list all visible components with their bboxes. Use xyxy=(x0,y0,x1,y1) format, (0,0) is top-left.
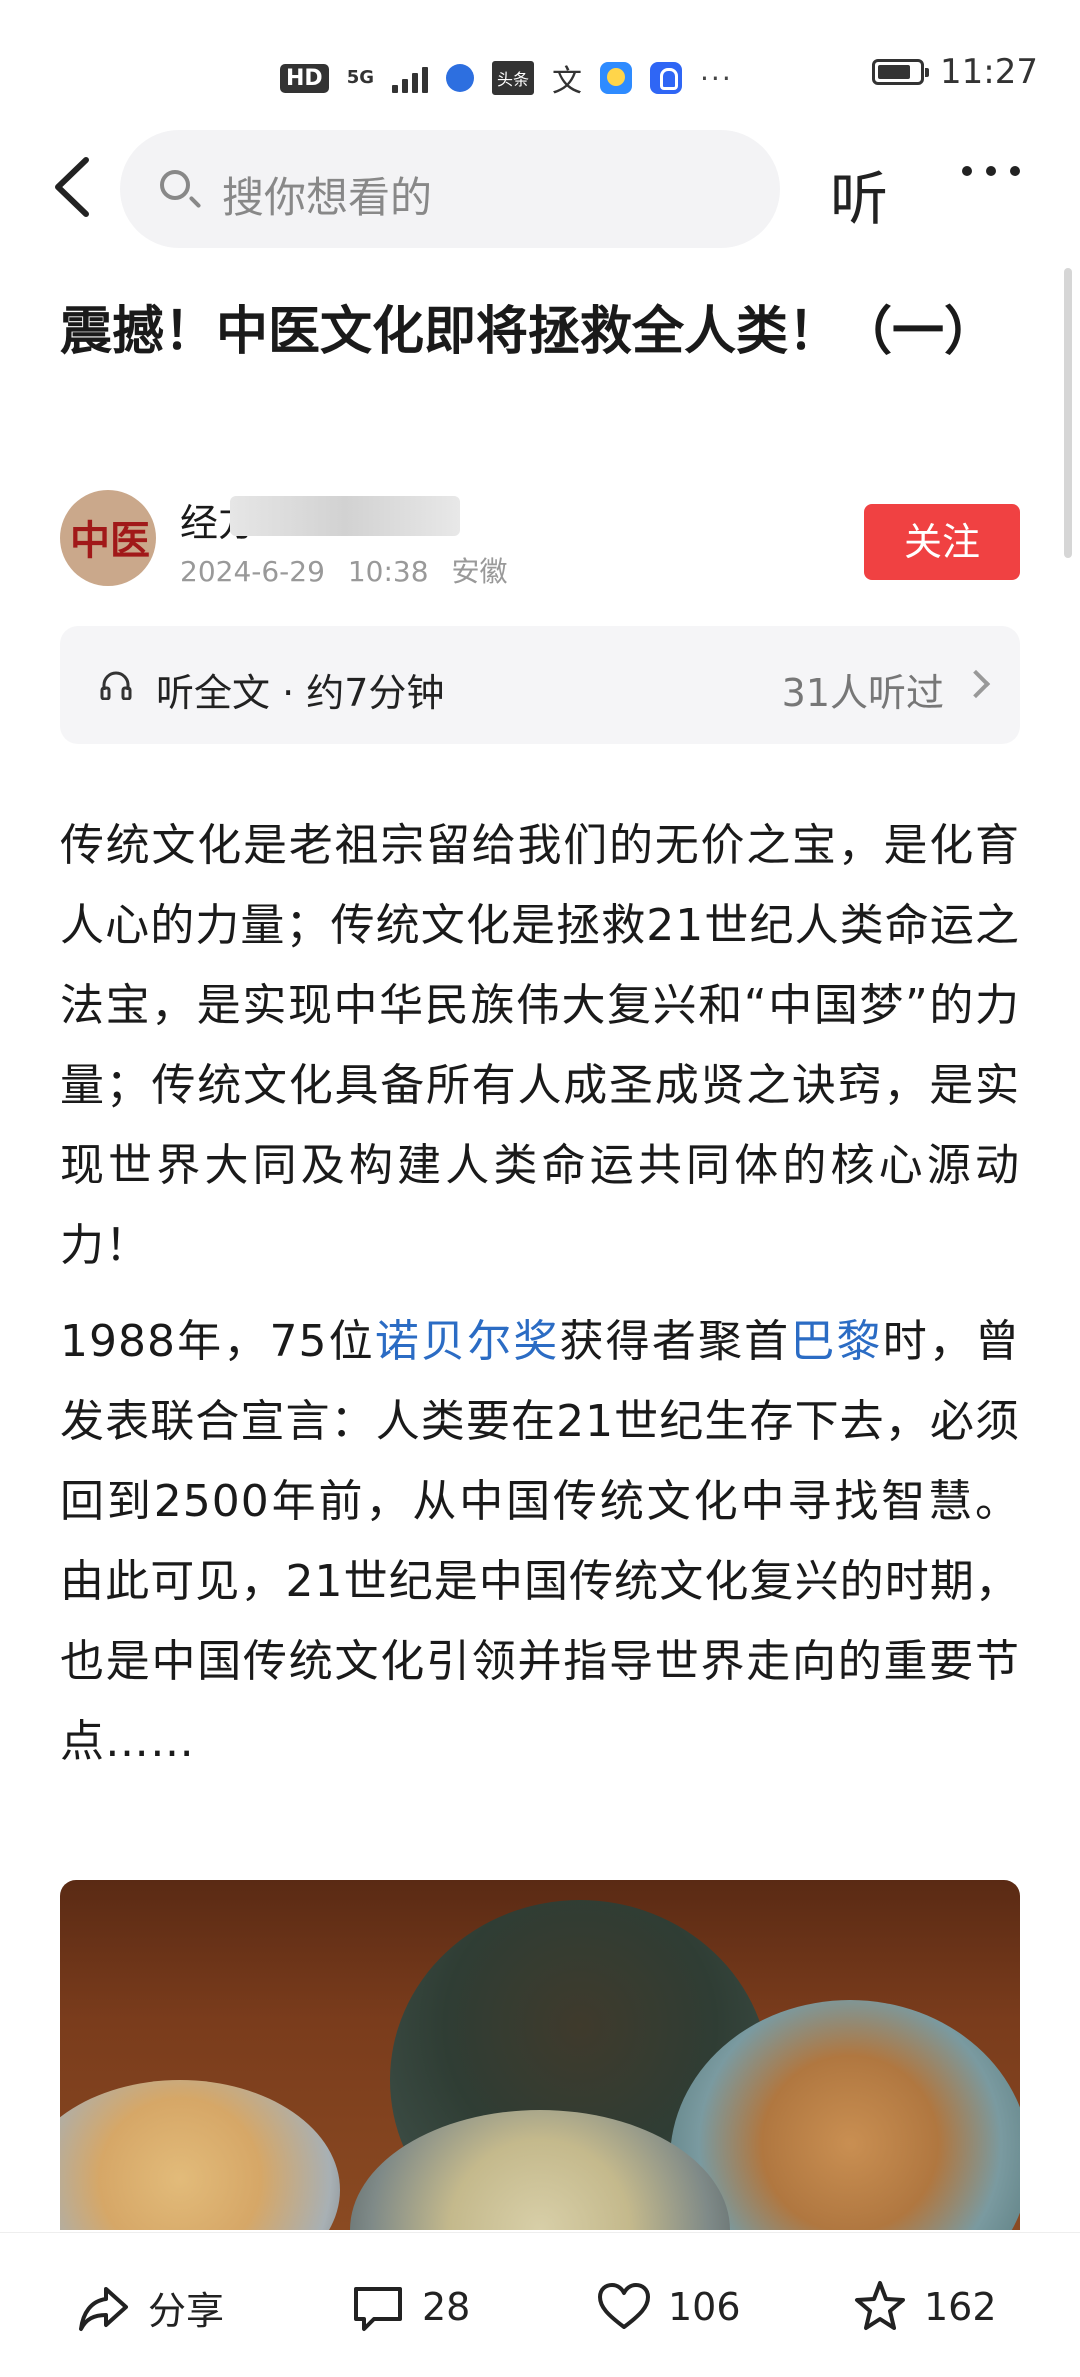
browser-notification-icon xyxy=(446,64,474,92)
clock: 11:27 xyxy=(940,52,1038,92)
publish-time: 10:38 xyxy=(347,555,429,588)
comment-button[interactable]: 28 xyxy=(350,2279,470,2335)
more-notifications-icon: ··· xyxy=(700,61,733,95)
avatar[interactable]: 中医 xyxy=(60,490,156,586)
more-options-button[interactable] xyxy=(962,166,1020,176)
share-button[interactable]: 分享 xyxy=(76,2279,224,2335)
scrollbar[interactable] xyxy=(1064,268,1072,558)
comment-icon xyxy=(354,2287,402,2331)
tips-notification-icon xyxy=(650,62,683,94)
favorite-count: 162 xyxy=(924,2285,997,2329)
paragraph-text: 获得者聚首 xyxy=(559,1316,791,1367)
favorite-button[interactable]: 162 xyxy=(852,2279,997,2335)
network-type: 5G xyxy=(346,67,374,88)
translate-notification-icon: 文 xyxy=(552,64,583,99)
author-row: 中医 经方 2024-6-29 10:38 安徽 关注 xyxy=(60,490,1020,590)
search-placeholder: 搜你想看的 xyxy=(222,173,433,222)
top-nav: 搜你想看的 听 xyxy=(0,130,1080,250)
status-icons: HD 5G 头条 文 ··· xyxy=(280,56,733,100)
signal-icon xyxy=(392,63,428,93)
like-button[interactable]: 106 xyxy=(596,2279,741,2335)
article-image[interactable] xyxy=(60,1880,1020,2230)
weather-notification-icon xyxy=(600,62,633,94)
listen-label: 听全文 · 约7分钟 xyxy=(156,671,445,715)
article-paragraph: 传统文化是老祖宗留给我们的无价之宝，是化育人心的力量；传统文化是拯救21世纪人类… xyxy=(60,820,1020,1271)
comment-count: 28 xyxy=(422,2285,471,2329)
star-icon xyxy=(855,2281,905,2330)
article-meta: 2024-6-29 10:38 安徽 xyxy=(180,550,507,590)
dot-icon xyxy=(962,166,972,176)
paragraph-text: 时，曾发表联合宣言：人类要在21世纪生存下去，必须回到2500年前，从中国传统文… xyxy=(60,1316,1021,1767)
dot-icon xyxy=(986,166,996,176)
avatar-text: 中医 xyxy=(70,517,150,564)
share-icon xyxy=(79,2287,128,2331)
paris-link[interactable]: 巴黎 xyxy=(790,1316,882,1367)
hd-icon: HD xyxy=(280,63,329,93)
search-icon xyxy=(160,170,190,200)
nobel-prize-link[interactable]: 诺贝尔奖 xyxy=(375,1316,560,1367)
like-count: 106 xyxy=(668,2285,741,2329)
listen-button[interactable]: 听 xyxy=(830,152,888,236)
follow-button[interactable]: 关注 xyxy=(864,504,1020,580)
battery-icon xyxy=(872,59,930,85)
dot-icon xyxy=(1010,166,1020,176)
heart-icon xyxy=(598,2283,650,2329)
listen-full-text-bar[interactable]: 听全文 · 约7分钟 31人听过 xyxy=(60,626,1020,744)
status-right: 11:27 xyxy=(872,52,1038,92)
toutiao-notification-icon: 头条 xyxy=(492,61,535,95)
article-title: 震撼！中医文化即将拯救全人类！（一） xyxy=(60,302,997,362)
listen-count: 31人听过 xyxy=(781,671,944,715)
paragraph-text: 1988年，75位 xyxy=(60,1316,375,1367)
search-input[interactable]: 搜你想看的 xyxy=(120,130,780,248)
publish-location: 安徽 xyxy=(451,555,508,588)
herb-plate xyxy=(60,2080,340,2230)
bottom-action-bar: 分享 28 106 162 xyxy=(0,2232,1080,2377)
redacted-name-blur xyxy=(230,496,460,536)
share-label: 分享 xyxy=(148,2288,225,2333)
status-bar: HD 5G 头条 文 ··· 11:27 xyxy=(0,0,1080,120)
publish-date: 2024-6-29 xyxy=(180,555,325,588)
back-button[interactable] xyxy=(46,152,106,222)
article-paragraph: 1988年，75位诺贝尔奖获得者聚首巴黎时，曾发表联合宣言：人类要在21世纪生存… xyxy=(60,1302,1020,1782)
headphones-icon xyxy=(100,671,132,700)
chevron-right-icon xyxy=(961,669,991,699)
back-arrow-icon xyxy=(55,157,89,217)
